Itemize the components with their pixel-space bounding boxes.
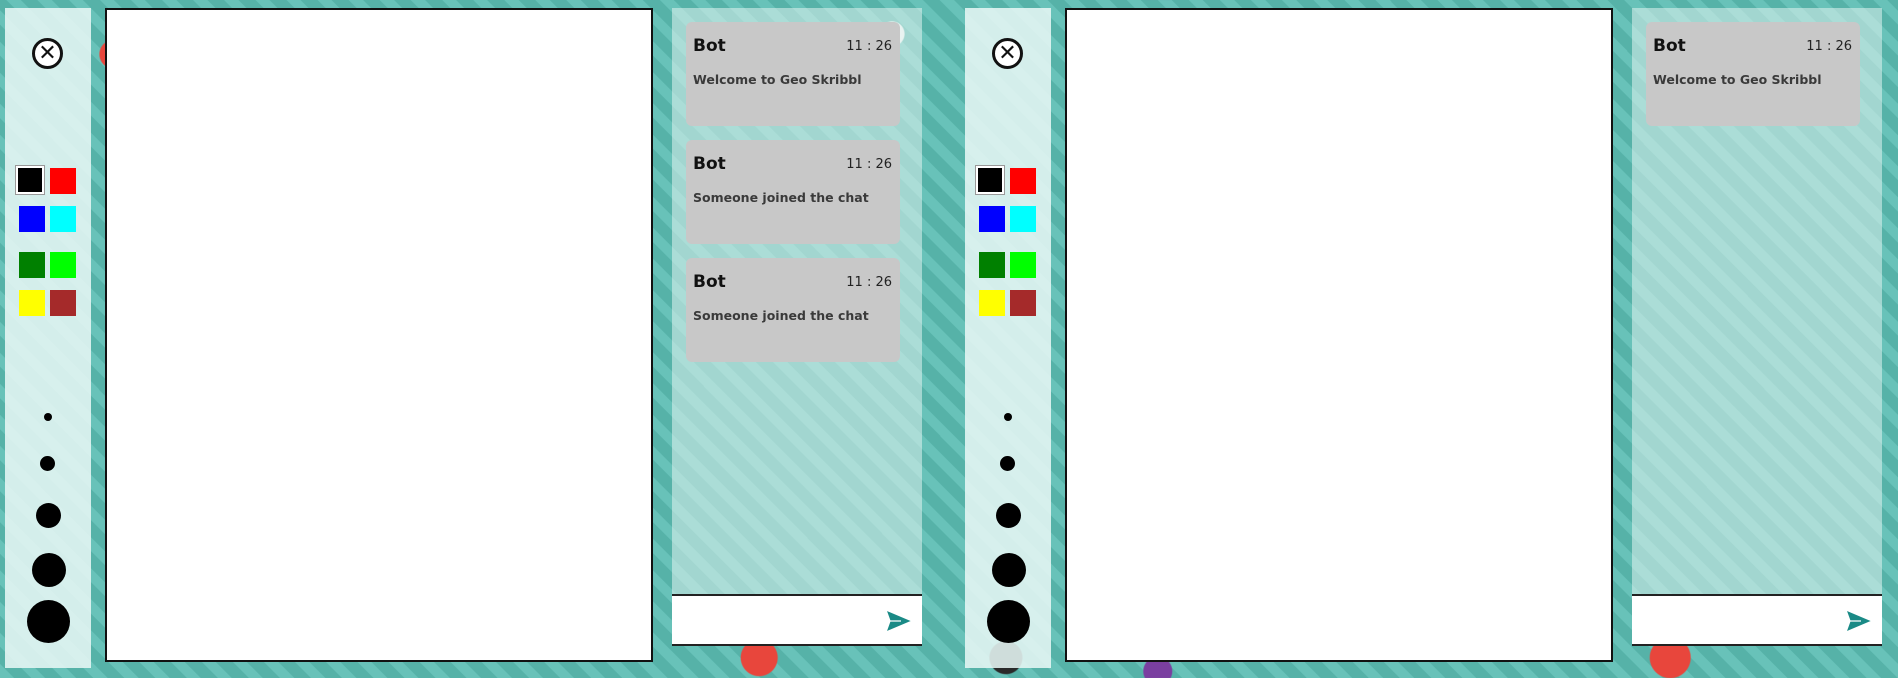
game-panel-right: ✕ Bot 11 : 26 Welcome to Geo Skribbl [960,0,1898,678]
send-icon[interactable] [1844,608,1874,634]
close-icon[interactable]: ✕ [992,38,1023,69]
brush-size-l[interactable] [992,553,1026,587]
chat-message: Bot 11 : 26 Someone joined the chat [686,140,900,244]
chat-message: Bot 11 : 26 Welcome to Geo Skribbl [686,22,900,126]
color-swatch-red[interactable] [1010,168,1036,194]
message-text: Someone joined the chat [693,308,869,323]
brush-size-xl[interactable] [987,600,1030,643]
brush-size-m[interactable] [36,503,61,528]
message-text: Welcome to Geo Skribbl [1653,72,1822,87]
chat-panel: Bot 11 : 26 Welcome to Geo Skribbl [1632,8,1882,594]
color-swatch-cyan[interactable] [1010,206,1036,232]
message-time: 11 : 26 [846,275,892,290]
color-swatch-brown[interactable] [50,290,76,316]
chat-input-bar [672,594,922,646]
color-swatch-lime[interactable] [50,252,76,278]
brush-size-s[interactable] [40,456,55,471]
drawing-toolbar: ✕ [5,8,91,668]
color-swatch-yellow[interactable] [19,290,45,316]
message-time: 11 : 26 [1806,39,1852,54]
brush-size-s[interactable] [1000,456,1015,471]
color-swatch-lime[interactable] [1010,252,1036,278]
color-swatch-yellow[interactable] [979,290,1005,316]
color-swatch-black[interactable] [975,165,1005,195]
color-swatch-red[interactable] [50,168,76,194]
chat-input[interactable] [1632,596,1832,644]
drawing-canvas[interactable] [105,8,653,662]
chat-panel: Bot 11 : 26 Welcome to Geo Skribbl Bot 1… [672,8,922,594]
chat-message: Bot 11 : 26 Someone joined the chat [686,258,900,362]
message-time: 11 : 26 [846,157,892,172]
color-swatch-cyan[interactable] [50,206,76,232]
color-swatch-black[interactable] [15,165,45,195]
message-time: 11 : 26 [846,39,892,54]
drawing-canvas[interactable] [1065,8,1613,662]
brush-size-xs[interactable] [1004,413,1012,421]
color-swatch-brown[interactable] [1010,290,1036,316]
brush-size-xl[interactable] [27,600,70,643]
message-author: Bot [693,272,726,292]
close-icon[interactable]: ✕ [32,38,63,69]
drawing-toolbar: ✕ [965,8,1051,668]
message-author: Bot [693,36,726,56]
send-icon[interactable] [884,608,914,634]
brush-size-m[interactable] [996,503,1021,528]
chat-input[interactable] [672,596,872,644]
message-author: Bot [693,154,726,174]
message-text: Welcome to Geo Skribbl [693,72,862,87]
color-swatch-blue[interactable] [979,206,1005,232]
color-swatch-green[interactable] [19,252,45,278]
color-swatch-green[interactable] [979,252,1005,278]
message-text: Someone joined the chat [693,190,869,205]
brush-size-l[interactable] [32,553,66,587]
chat-message: Bot 11 : 26 Welcome to Geo Skribbl [1646,22,1860,126]
game-panel-left: ✕ Bot 11 : 26 Welcome to Geo Skribbl Bot… [0,0,960,678]
chat-input-bar [1632,594,1882,646]
color-swatch-blue[interactable] [19,206,45,232]
message-author: Bot [1653,36,1686,56]
brush-size-xs[interactable] [44,413,52,421]
